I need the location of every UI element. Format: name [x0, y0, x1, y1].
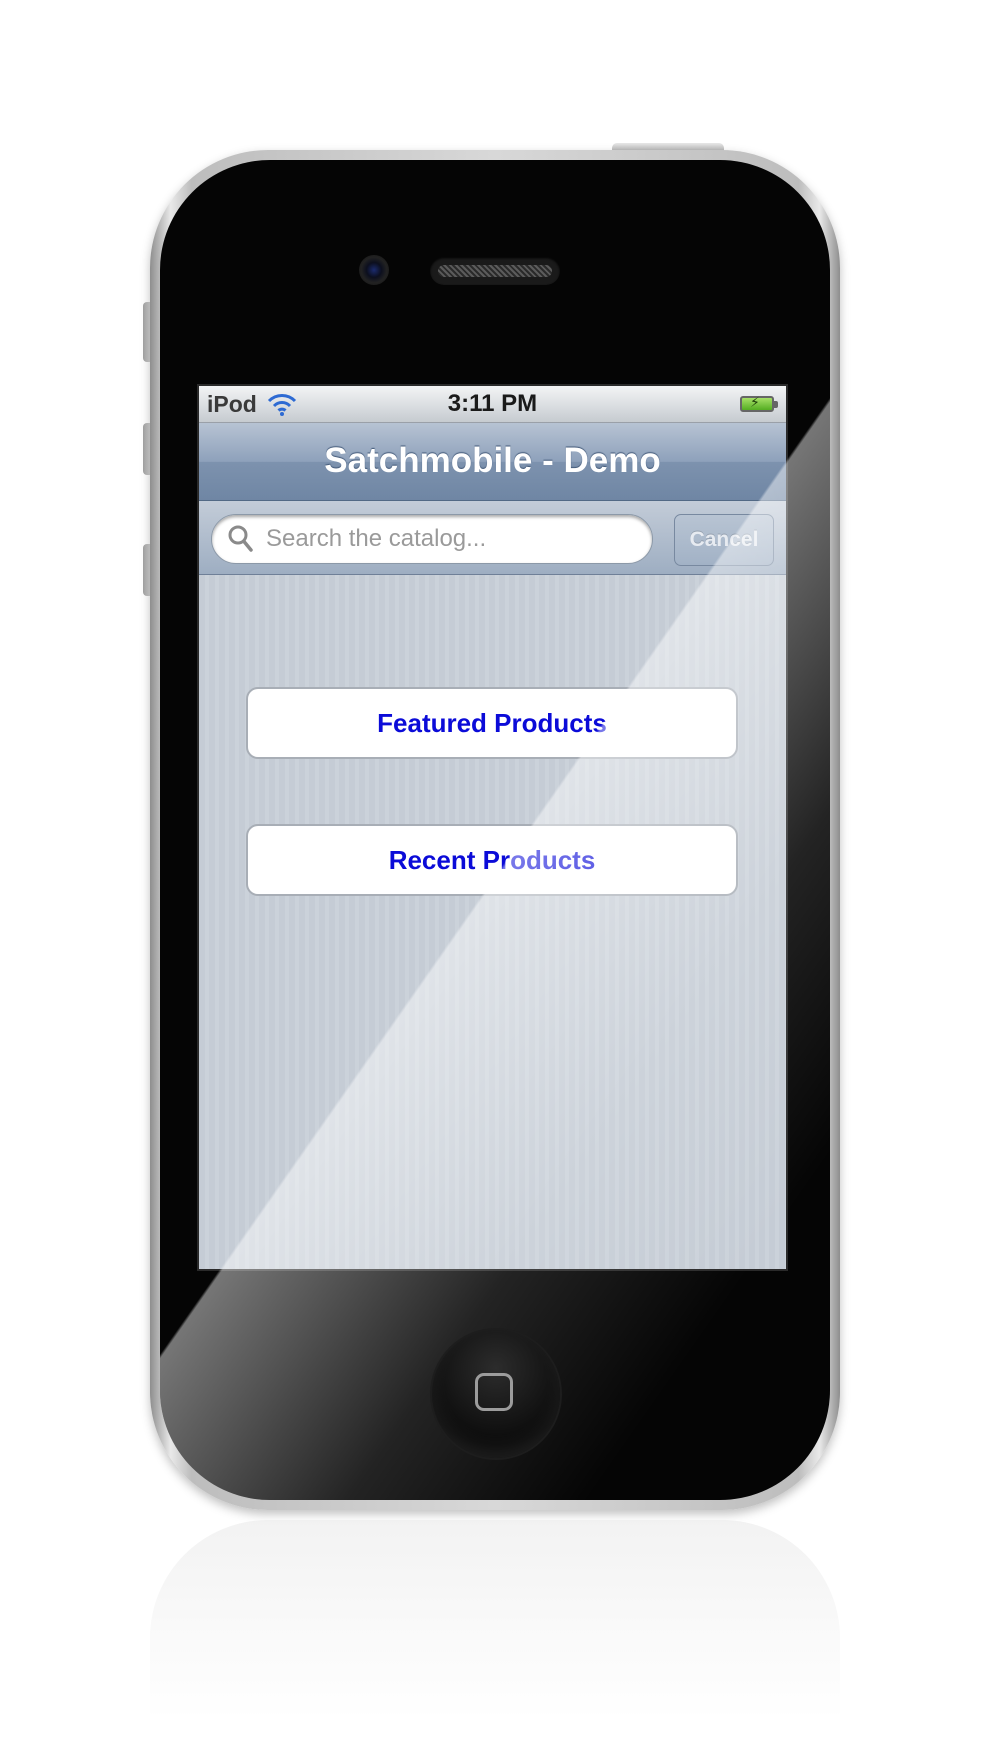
charging-bolt-icon: ⚡: [750, 395, 760, 411]
status-bar: iPod 3:11 PM ⚡: [199, 386, 786, 423]
search-input[interactable]: [266, 521, 636, 557]
cancel-button[interactable]: Cancel: [674, 514, 774, 566]
featured-products-button[interactable]: Featured Products: [246, 687, 738, 759]
app-screen: iPod 3:11 PM ⚡ Satchmobile - Demo Cancel…: [199, 386, 786, 1269]
front-camera: [359, 255, 389, 285]
search-icon: [228, 525, 253, 552]
search-field[interactable]: [211, 514, 653, 564]
navigation-bar: Satchmobile - Demo: [199, 423, 786, 501]
search-bar: Cancel: [199, 501, 786, 575]
home-button[interactable]: [432, 1330, 560, 1458]
recent-products-button[interactable]: Recent Products: [246, 824, 738, 896]
earpiece-speaker: [430, 257, 560, 285]
page-title: Satchmobile - Demo: [324, 441, 661, 480]
status-time: 3:11 PM: [447, 390, 538, 417]
home-button-icon: [475, 1373, 513, 1411]
device-reflection: [150, 1520, 840, 1755]
battery-charging-icon: ⚡: [740, 395, 778, 412]
